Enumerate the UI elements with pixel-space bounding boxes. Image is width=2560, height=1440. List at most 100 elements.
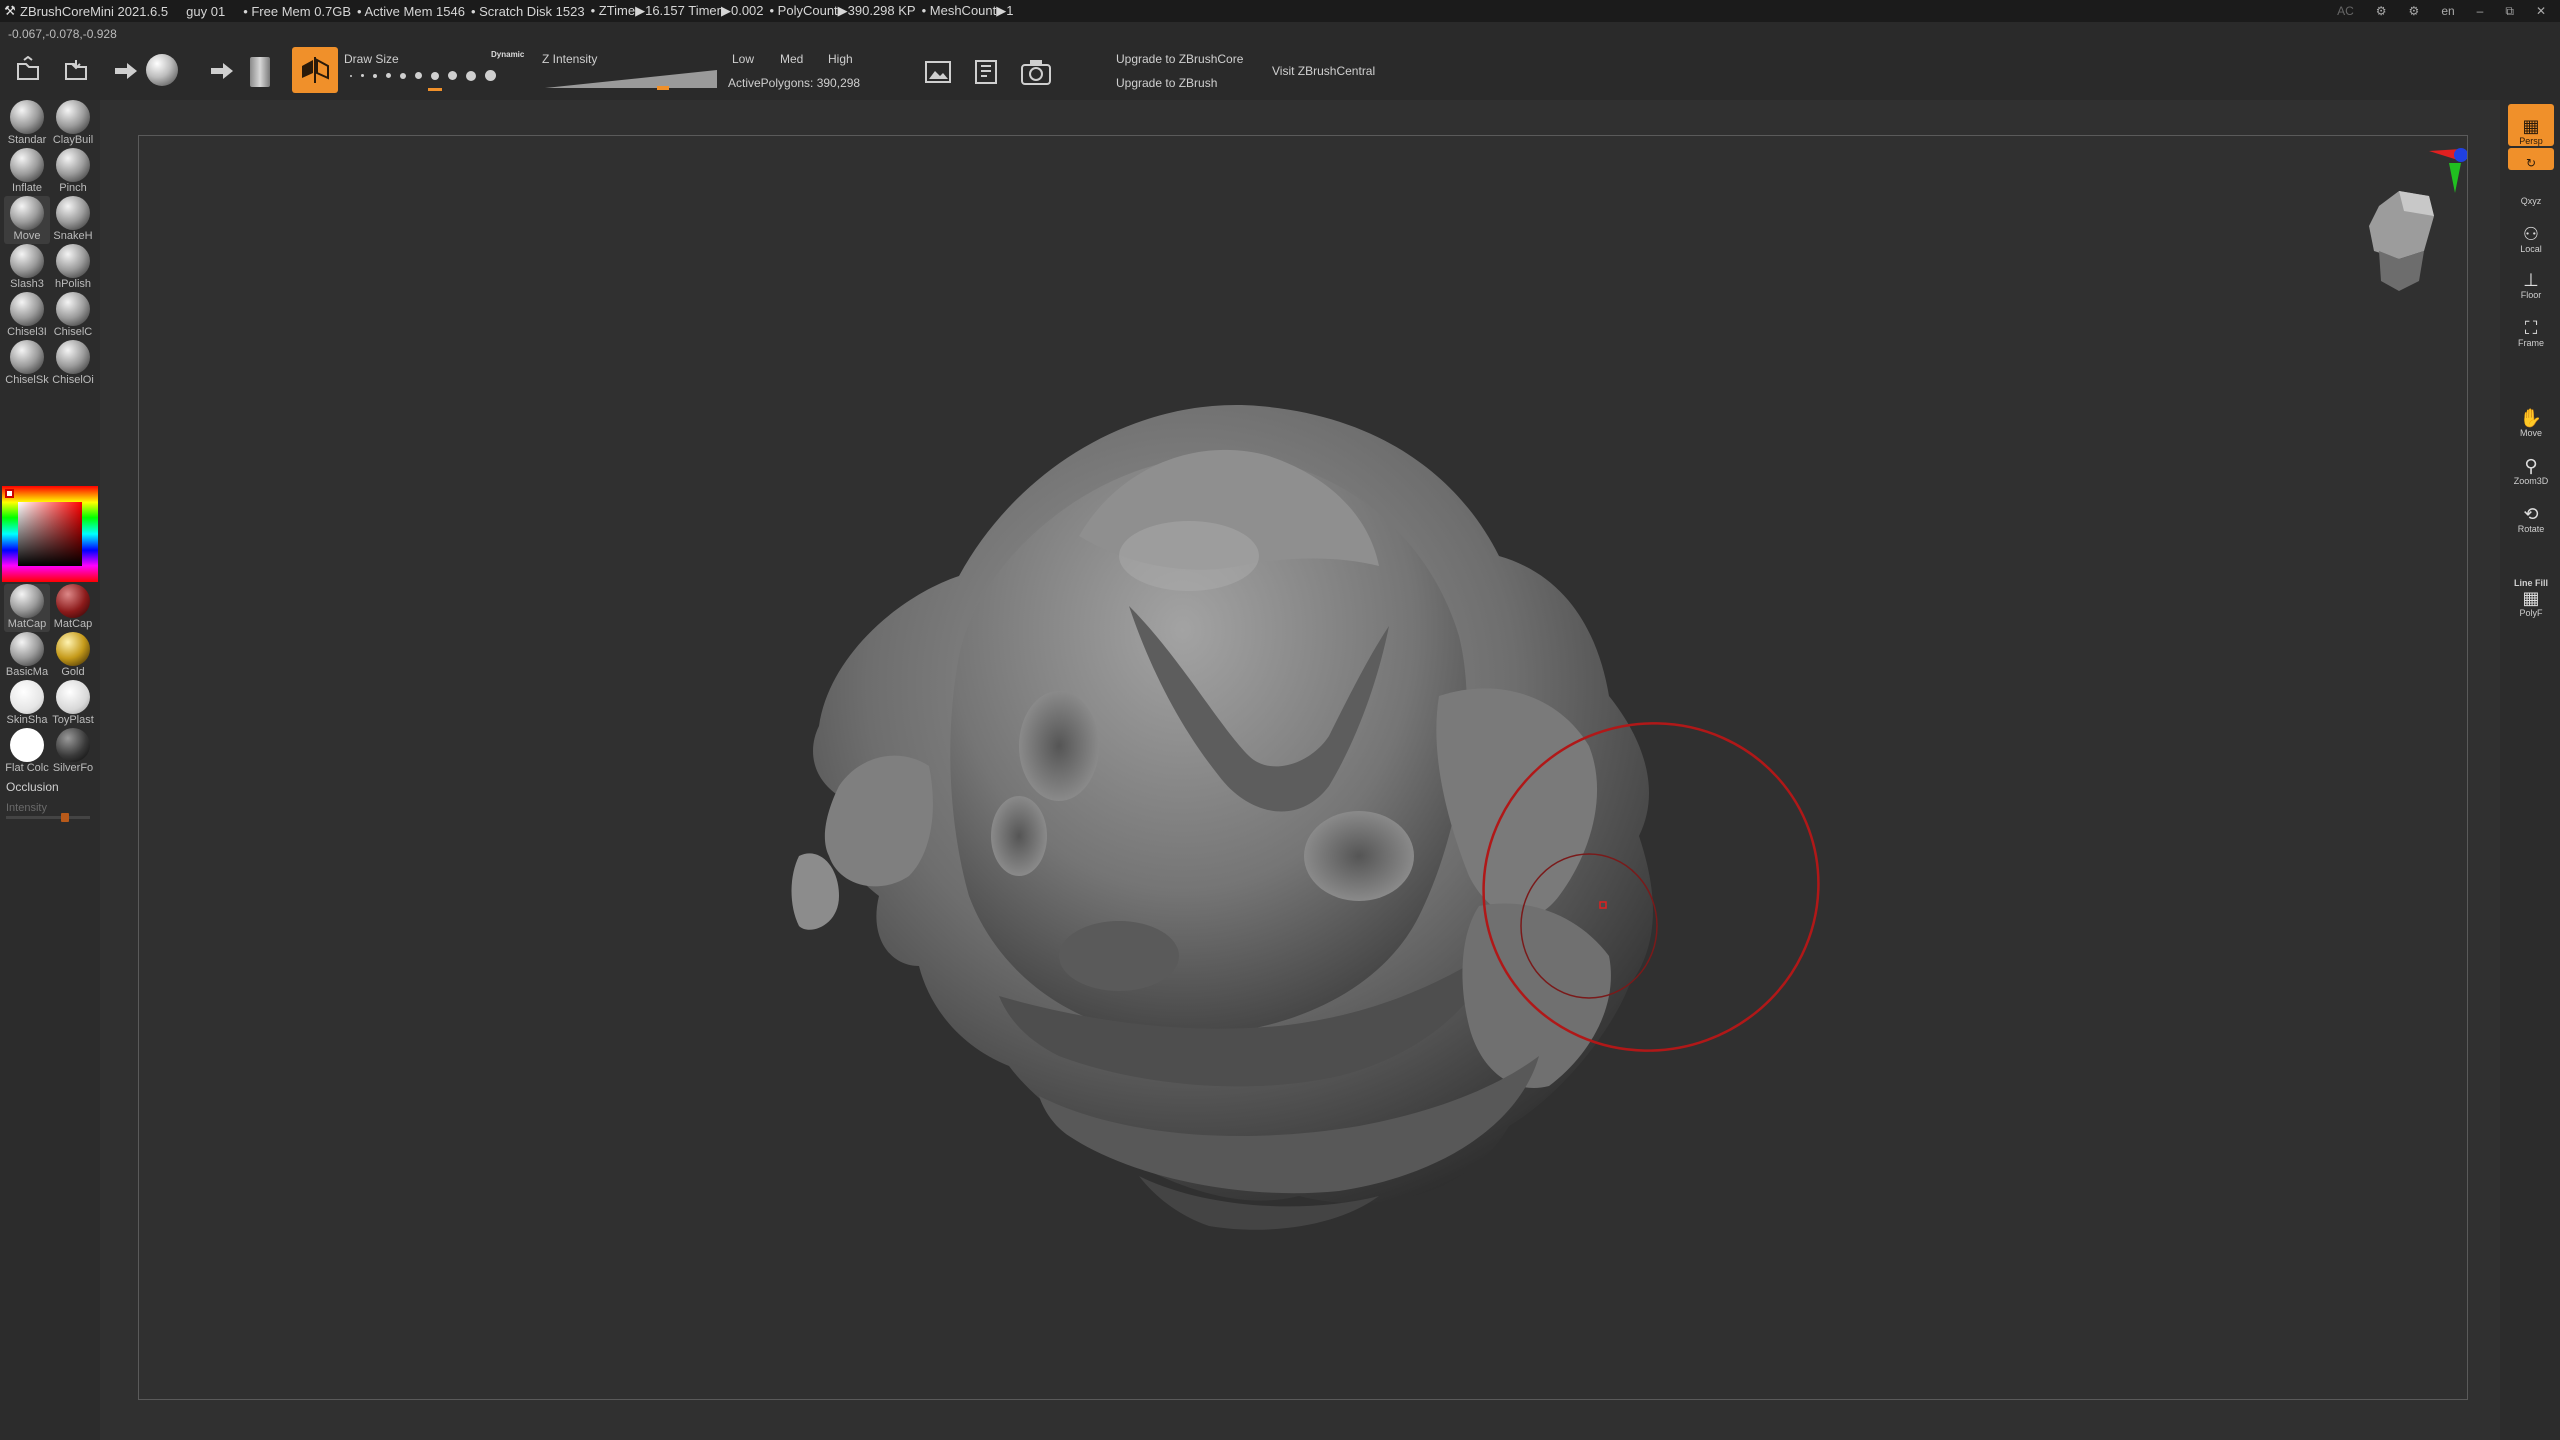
zoom3d-button[interactable]: ⚲ Zoom3D <box>2508 442 2554 486</box>
brush-chiselorganic[interactable]: ChiselOi <box>50 340 96 388</box>
dynamic-label[interactable]: Dynamic <box>491 50 524 59</box>
size-dot <box>466 70 476 81</box>
rotate-button[interactable]: ⟲ Rotate <box>2508 490 2554 534</box>
polyframe-button[interactable]: Line Fill ▦ PolyF <box>2508 566 2554 618</box>
upgrade-zbrushcore-link[interactable]: Upgrade to ZBrushCore <box>1116 52 1243 66</box>
ac-label: AC <box>2337 4 2354 18</box>
brush-standard[interactable]: Standar <box>4 100 50 148</box>
restore-button[interactable]: ⧉ <box>2505 4 2514 19</box>
floor-button[interactable]: ⊥ Floor <box>2508 256 2554 300</box>
ztime: • ZTime▶16.157 Timer▶0.002 <box>590 3 764 18</box>
material-toyplastic[interactable]: ToyPlast <box>50 680 96 728</box>
local-button[interactable]: ⚇ Local <box>2508 210 2554 254</box>
floor-grid-toggle[interactable]: ↻ <box>2508 148 2554 170</box>
draw-size-label: Draw Size <box>344 52 399 66</box>
open-file-icon[interactable] <box>10 52 46 88</box>
size-dot <box>431 71 439 80</box>
size-dot <box>415 72 422 79</box>
material-basic[interactable]: BasicMa <box>4 632 50 680</box>
persp-button[interactable]: ▦ Persp <box>2508 104 2554 146</box>
material-icon <box>56 632 90 666</box>
draw-size-slider[interactable] <box>350 70 496 81</box>
material-skinshade[interactable]: SkinSha <box>4 680 50 728</box>
sculpt-mesh[interactable] <box>791 405 1653 1230</box>
brush-hpolish[interactable]: hPolish <box>50 244 96 292</box>
size-dot <box>400 72 406 79</box>
minimize-button[interactable]: – <box>2477 4 2484 18</box>
brush-chiselcreature[interactable]: ChiselC <box>50 292 96 340</box>
brush-move[interactable]: Move <box>4 196 50 244</box>
visit-zbrushcentral-link[interactable]: Visit ZBrushCentral <box>1272 64 1375 78</box>
arrow-right-icon[interactable] <box>110 56 142 86</box>
z-intensity-slider[interactable] <box>545 68 717 90</box>
intensity-label: Intensity <box>6 802 47 814</box>
y-axis-icon <box>2449 163 2461 193</box>
material-icon <box>10 584 44 618</box>
upgrade-zbrush-link[interactable]: Upgrade to ZBrush <box>1116 76 1217 90</box>
symmetry-button[interactable] <box>292 47 338 93</box>
zoom-icon: ⚲ <box>2524 456 2538 476</box>
brush-icon <box>10 244 44 278</box>
project-name: guy 01 <box>186 3 226 19</box>
language-button[interactable]: en <box>2441 4 2454 18</box>
arrow-right-icon-2[interactable] <box>206 56 238 86</box>
color-picker[interactable] <box>2 486 98 582</box>
brush-icon <box>56 148 90 182</box>
symmetry-xyz-button[interactable]: Qxyz <box>2508 174 2554 206</box>
med-button[interactable]: Med <box>780 52 803 66</box>
app-title: ZBrushCoreMini 2021.6.5 <box>20 3 169 19</box>
material-matcap-gray[interactable]: MatCap <box>4 584 50 632</box>
viewport-canvas[interactable] <box>138 135 2468 1400</box>
size-dot <box>361 74 364 77</box>
brush-chiselskull[interactable]: ChiselSk <box>4 340 50 388</box>
material-icon <box>56 680 90 714</box>
size-dot <box>448 71 457 80</box>
move-button[interactable]: ✋ Move <box>2508 394 2554 438</box>
close-button[interactable]: ✕ <box>2536 4 2546 18</box>
active-mem: • Active Mem 1546 <box>357 3 465 19</box>
brush-chisel3d[interactable]: Chisel3I <box>4 292 50 340</box>
layout-icon[interactable]: ⚙ <box>2376 4 2387 18</box>
frame-button[interactable]: ⛶ Frame <box>2508 304 2554 348</box>
floor-icon: ⊥ <box>2523 270 2539 290</box>
brush-icon <box>10 292 44 326</box>
material-matcap-red[interactable]: MatCap <box>50 584 96 632</box>
brush-slash3[interactable]: Slash3 <box>4 244 50 292</box>
document-icon[interactable] <box>968 56 1004 88</box>
brush-icon <box>56 340 90 374</box>
brush-icon <box>10 100 44 134</box>
material-swatch-icon[interactable] <box>244 54 276 90</box>
intensity-slider-knob[interactable] <box>60 813 69 822</box>
tool-sphere-icon[interactable] <box>144 52 180 88</box>
left-palette: Standar ClayBuil Inflate Pinch Move Snak… <box>0 100 100 1440</box>
brush-claybuildup[interactable]: ClayBuil <box>50 100 96 148</box>
material-flatcolor[interactable]: Flat Colc <box>4 728 50 776</box>
z-intensity-label: Z Intensity <box>542 52 598 66</box>
brush-icon <box>56 196 90 230</box>
zbrush-window: ⚒ ZBrushCoreMini 2021.6.5 guy 01 • Free … <box>0 0 2560 1440</box>
high-button[interactable]: High <box>828 52 853 66</box>
palette-icon[interactable]: ⚙ <box>2409 4 2420 18</box>
size-dot <box>373 73 377 78</box>
image-icon[interactable] <box>920 56 956 88</box>
brush-icon <box>10 196 44 230</box>
brush-icon <box>56 292 90 326</box>
brush-inflate[interactable]: Inflate <box>4 148 50 196</box>
perspective-grid-icon: ▦ <box>2522 116 2540 136</box>
sculpt-viewport[interactable] <box>139 136 2468 1400</box>
polycount: • PolyCount▶390.298 KP <box>769 3 916 18</box>
material-gold[interactable]: Gold <box>50 632 96 680</box>
hand-move-icon: ✋ <box>2519 408 2543 428</box>
material-silverfoil[interactable]: SilverFo <box>50 728 96 776</box>
low-button[interactable]: Low <box>732 52 754 66</box>
brush-snakehook[interactable]: SnakeH <box>50 196 96 244</box>
camera-icon[interactable] <box>1016 54 1056 90</box>
cursor-coordinates: -0.067,-0.078,-0.928 <box>0 22 2560 46</box>
save-file-icon[interactable] <box>58 52 94 88</box>
intensity-slider[interactable] <box>6 816 90 819</box>
brush-pinch[interactable]: Pinch <box>50 148 96 196</box>
orientation-gizmo[interactable] <box>2369 148 2468 291</box>
material-icon <box>10 680 44 714</box>
occlusion-toggle[interactable]: Occlusion <box>6 780 59 794</box>
size-dot <box>386 73 391 78</box>
